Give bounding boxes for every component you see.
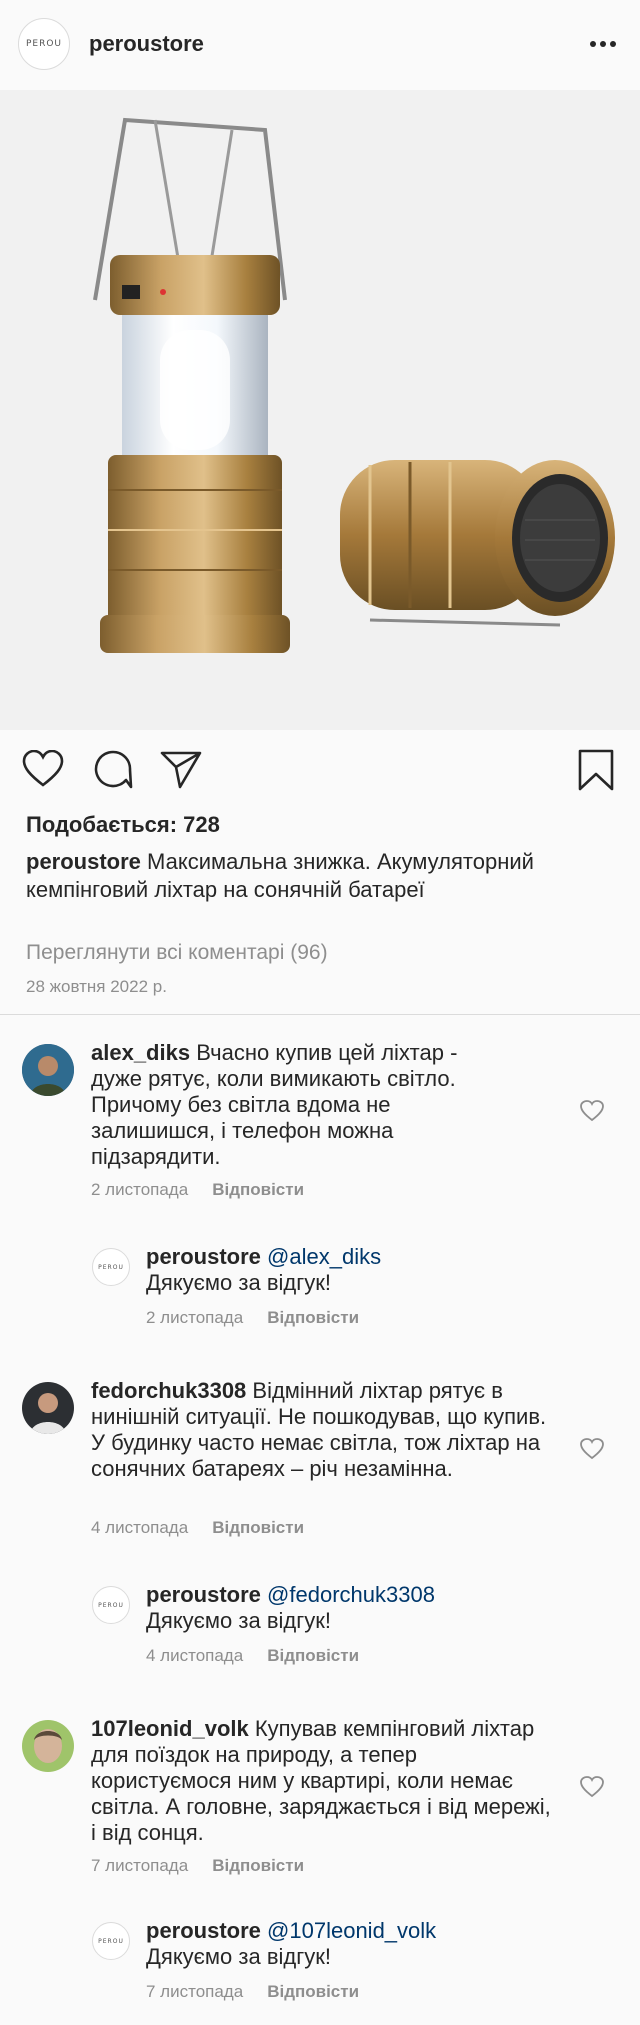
user-photo-icon — [22, 1044, 74, 1096]
divider — [0, 1014, 640, 1015]
lantern-product-image — [93, 117, 615, 653]
comment-icon[interactable] — [93, 750, 133, 790]
reply-date: 2 листопада — [146, 1308, 244, 1327]
comment-username[interactable]: fedorchuk3308 — [91, 1378, 246, 1403]
view-all-comments-link[interactable]: Переглянути всі коментарі (96) — [26, 941, 328, 965]
reply-avatar-text: PEROU — [98, 1937, 124, 1945]
post-image[interactable] — [0, 90, 640, 730]
comment-date: 2 листопада — [91, 1180, 189, 1199]
reply-avatar[interactable]: PEROU — [92, 1248, 130, 1286]
reply-date: 4 листопада — [146, 1646, 244, 1665]
comment-date: 7 листопада — [91, 1856, 189, 1875]
comment-username[interactable]: 107leonid_volk — [91, 1716, 249, 1741]
reply-avatar[interactable]: PEROU — [92, 1922, 130, 1960]
comment-text: 107leonid_volk Купував кемпінговий ліхта… — [91, 1716, 561, 1846]
caption-username[interactable]: peroustore — [26, 849, 141, 874]
like-comment-heart-icon[interactable] — [580, 1438, 604, 1460]
reply-mention[interactable]: @107leonid_volk — [267, 1918, 436, 1943]
post-actions — [0, 748, 640, 798]
user-photo-icon — [22, 1720, 74, 1772]
more-icon[interactable] — [588, 34, 618, 54]
reply-body: Дякуємо за відгук! — [146, 1608, 331, 1633]
avatar[interactable] — [22, 1044, 74, 1096]
bookmark-icon[interactable] — [578, 749, 614, 791]
reply-username[interactable]: peroustore — [146, 1582, 261, 1607]
reply-button[interactable]: Відповісти — [267, 1982, 359, 2001]
reply-body: Дякуємо за відгук! — [146, 1270, 331, 1295]
comment-text: alex_diks Вчасно купив цей ліхтар - дуже… — [91, 1040, 511, 1170]
reply-meta: 4 листопада Відповісти — [146, 1646, 359, 1666]
reply-avatar[interactable]: PEROU — [92, 1586, 130, 1624]
reply-avatar-text: PEROU — [98, 1601, 124, 1609]
avatar[interactable] — [22, 1382, 74, 1434]
reply-avatar-text: PEROU — [98, 1263, 124, 1271]
likes-count[interactable]: Подобається: 728 — [26, 812, 220, 838]
user-photo-icon — [22, 1382, 74, 1434]
heart-icon[interactable] — [22, 750, 64, 788]
like-comment-heart-icon[interactable] — [580, 1100, 604, 1122]
reply-meta: 7 листопада Відповісти — [146, 1982, 359, 2002]
comment-meta: 2 листопада Відповісти — [91, 1180, 304, 1200]
reply-meta: 2 листопада Відповісти — [146, 1308, 359, 1328]
comment-meta: 7 листопада Відповісти — [91, 1856, 304, 1876]
post-header: PEROU peroustore — [0, 0, 640, 90]
reply-text: peroustore @fedorchuk3308 Дякуємо за від… — [146, 1582, 586, 1634]
reply-date: 7 листопада — [146, 1982, 244, 2001]
reply-username[interactable]: peroustore — [146, 1918, 261, 1943]
share-icon[interactable] — [160, 750, 202, 790]
post-date: 28 жовтня 2022 р. — [26, 977, 167, 996]
like-comment-heart-icon[interactable] — [580, 1776, 604, 1798]
reply-button[interactable]: Відповісти — [212, 1856, 304, 1875]
header-username[interactable]: peroustore — [89, 31, 204, 57]
comment-username[interactable]: alex_diks — [91, 1040, 190, 1065]
reply-mention[interactable]: @fedorchuk3308 — [267, 1582, 435, 1607]
avatar[interactable] — [22, 1720, 74, 1772]
reply-text: peroustore @107leonid_volk Дякуємо за ві… — [146, 1918, 586, 1970]
post-caption: peroustore Максимальна знижка. Акумулято… — [26, 848, 616, 904]
profile-avatar[interactable]: PEROU — [18, 18, 70, 70]
reply-mention[interactable]: @alex_diks — [267, 1244, 381, 1269]
reply-button[interactable]: Відповісти — [212, 1180, 304, 1199]
comment-date: 4 листопада — [91, 1518, 189, 1537]
reply-button[interactable]: Відповісти — [212, 1518, 304, 1537]
reply-body: Дякуємо за відгук! — [146, 1944, 331, 1969]
avatar-logo-text: PEROU — [25, 39, 63, 49]
reply-username[interactable]: peroustore — [146, 1244, 261, 1269]
reply-button[interactable]: Відповісти — [267, 1646, 359, 1665]
comment-text: fedorchuk3308 Відмінний ліхтар рятує в н… — [91, 1378, 551, 1482]
comment-meta: 4 листопада Відповісти — [91, 1518, 304, 1538]
reply-text: peroustore @alex_diks Дякуємо за відгук! — [146, 1244, 586, 1296]
reply-button[interactable]: Відповісти — [267, 1308, 359, 1327]
